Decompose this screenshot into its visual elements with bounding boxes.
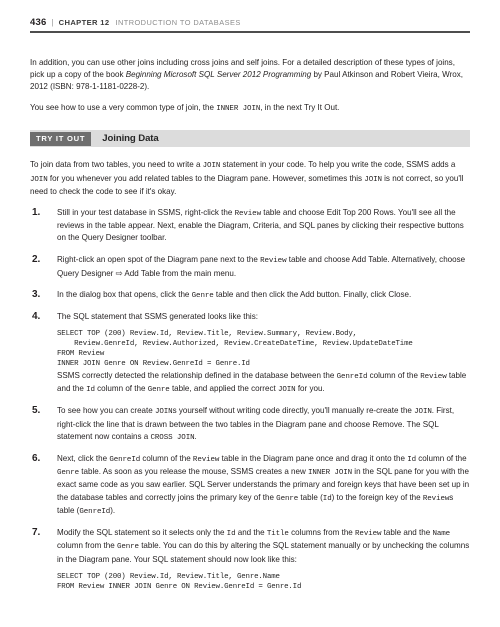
list-item: 2. Right-click an open spot of the Diagr… <box>30 254 470 280</box>
page-number: 436 <box>30 17 47 28</box>
inline-code: Review <box>234 210 262 219</box>
inline-code: JOIN <box>154 408 173 417</box>
intro-paragraph-2: You see how to use a very common type of… <box>30 103 340 114</box>
page: 436 | CHAPTER 12 INTRODUCTION TO DATABAS… <box>0 0 500 627</box>
step-text: Next, click the GenreId column of the Re… <box>57 454 470 516</box>
inline-code: Review <box>260 256 287 265</box>
book-title: Beginning Microsoft SQL Server 2012 Prog… <box>125 69 312 79</box>
inline-code: INNER JOIN <box>216 105 261 114</box>
step-text: Right-click an open spot of the Diagram … <box>57 254 466 278</box>
inline-code: JOIN <box>277 386 296 395</box>
inline-code: GenreId <box>109 456 141 465</box>
inline-code: INNER JOIN <box>308 469 353 478</box>
try-it-out-heading: Joining Data <box>102 133 159 145</box>
step-number: 5. <box>32 405 41 417</box>
step-number: 3. <box>32 289 41 301</box>
inline-code: Id <box>322 494 332 503</box>
inline-code: Review <box>420 373 447 382</box>
step-number: 6. <box>32 453 41 465</box>
inline-code: Review <box>422 494 450 503</box>
inline-code: GenreId <box>336 373 368 382</box>
step-text: In the dialog box that opens, click the … <box>57 290 412 301</box>
step-text: The SQL statement that SSMS generated lo… <box>57 312 258 322</box>
try-it-out-badge: TRY IT OUT <box>30 131 92 147</box>
chapter-title: INTRODUCTION TO DATABASES <box>115 18 241 27</box>
inline-code: Genre <box>147 386 170 395</box>
list-item: 5. To see how you can create JOINs yours… <box>30 405 470 444</box>
list-item: 4. The SQL statement that SSMS generated… <box>30 311 470 396</box>
list-item: 3. In the dialog box that opens, click t… <box>30 289 470 302</box>
header-separator: | <box>51 17 54 27</box>
inline-code: Review <box>192 456 220 465</box>
inline-code: Title <box>266 530 289 539</box>
intro-paragraph-1: In addition, you can use other joins inc… <box>30 57 463 91</box>
chapter-number: CHAPTER 12 <box>58 18 110 27</box>
step-text: To see how you can create JOINs yourself… <box>57 406 455 442</box>
inline-code: Genre <box>191 292 214 301</box>
header-rule <box>30 31 470 33</box>
step-number: 1. <box>32 207 41 219</box>
menu-arrow-icon: ⇨ <box>115 267 123 278</box>
running-head: 436 | CHAPTER 12 INTRODUCTION TO DATABAS… <box>30 0 470 28</box>
try-it-out-banner: TRY IT OUT Joining Data <box>30 130 470 148</box>
inline-code: Genre <box>276 494 299 503</box>
step-number: 2. <box>32 253 41 265</box>
inline-code: Genre <box>57 469 80 478</box>
list-item: 7. Modify the SQL statement so it select… <box>30 527 470 592</box>
inline-code: GenreId <box>79 507 111 516</box>
inline-code: JOIN <box>414 408 432 417</box>
steps-list: 1. Still in your test database in SSMS, … <box>30 207 470 593</box>
inline-code: JOIN <box>30 175 48 184</box>
step-text: Modify the SQL statement so it selects o… <box>57 528 470 564</box>
step-number: 7. <box>32 527 41 539</box>
inline-code: Id <box>407 456 417 465</box>
step-number: 4. <box>32 311 41 323</box>
list-item: 6. Next, click the GenreId column of the… <box>30 453 470 518</box>
try-it-out-intro: To join data from two tables, you need t… <box>30 160 464 196</box>
inline-code: CROSS JOIN <box>150 433 195 442</box>
body-content: In addition, you can use other joins inc… <box>30 57 470 593</box>
inline-code: Genre <box>116 543 139 552</box>
step-followup-text: SSMS correctly detected the relationship… <box>57 371 467 395</box>
sql-code-block: SELECT TOP (200) Review.Id, Review.Title… <box>57 330 413 369</box>
inline-code: Name <box>432 530 451 539</box>
inline-code: Review <box>355 530 382 539</box>
inline-code: Id <box>86 386 95 395</box>
sql-code-block: SELECT TOP (200) Review.Id, Review.Title… <box>57 572 302 591</box>
inline-code: JOIN <box>364 175 382 184</box>
inline-code: JOIN <box>202 162 221 171</box>
list-item: 1. Still in your test database in SSMS, … <box>30 207 470 245</box>
step-text: Still in your test database in SSMS, rig… <box>57 208 464 243</box>
